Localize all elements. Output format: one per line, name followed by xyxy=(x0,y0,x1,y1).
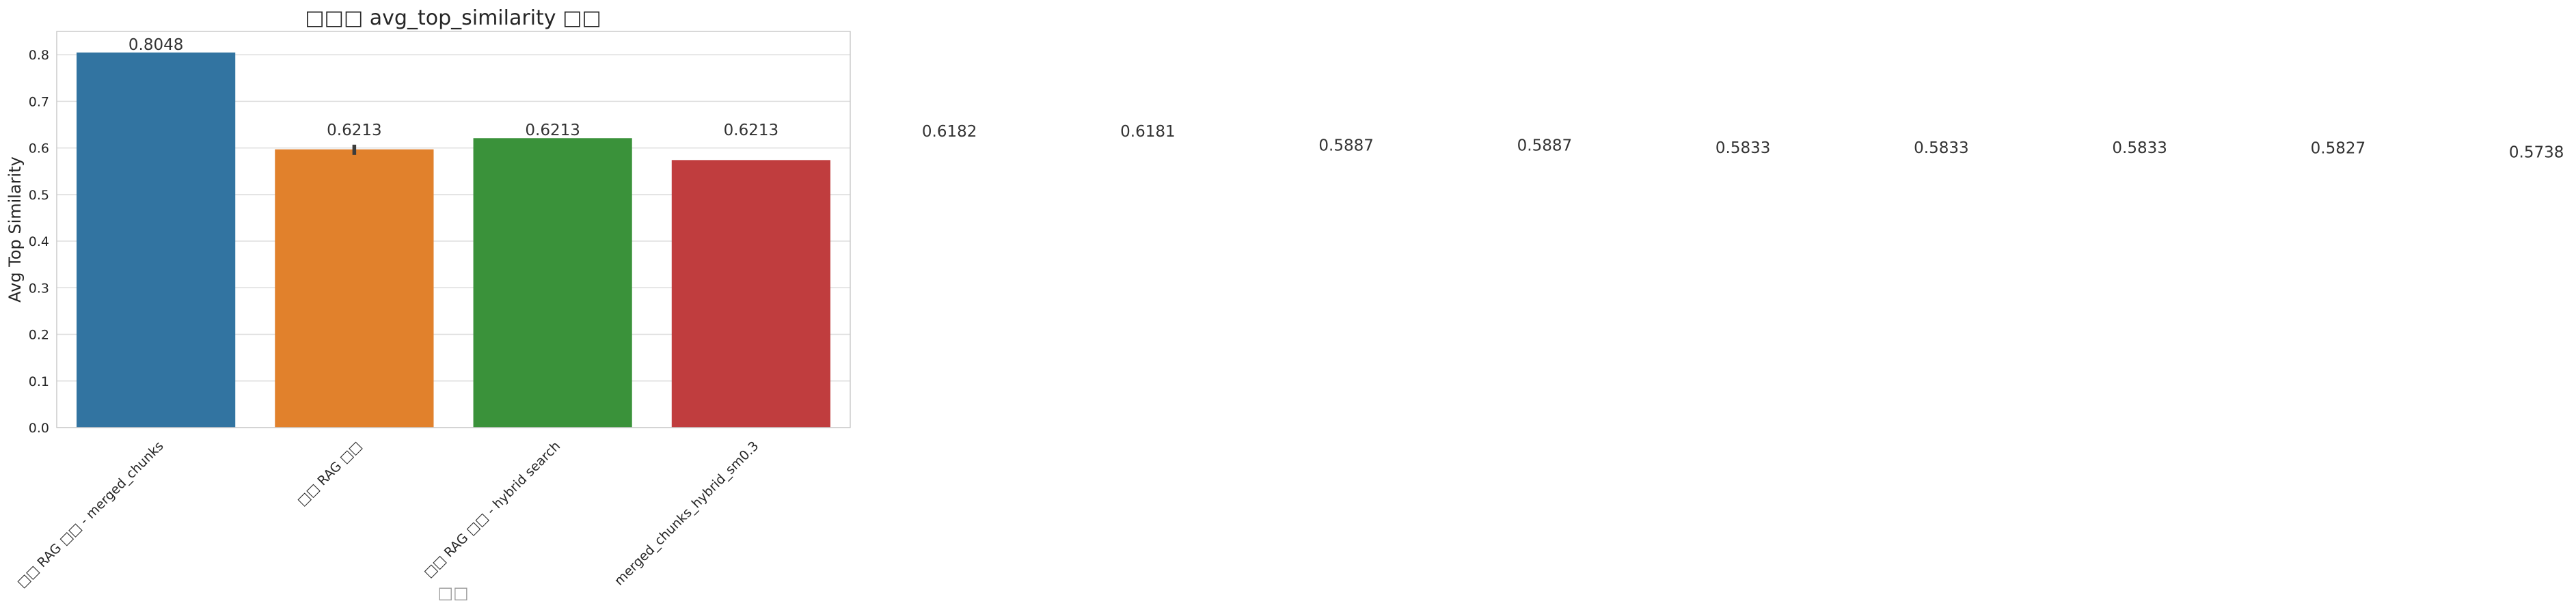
value-label: 0.5833 xyxy=(2112,139,2167,157)
bar xyxy=(275,149,434,428)
value-label: 0.6182 xyxy=(922,123,977,141)
value-label: 0.6213 xyxy=(525,122,580,139)
value-label: 0.6181 xyxy=(1120,123,1175,141)
value-label: 0.5738 xyxy=(2509,143,2564,161)
y-tick-label: 0.6 xyxy=(29,141,49,156)
value-label: 0.8048 xyxy=(128,36,183,54)
value-label: 0.5833 xyxy=(1716,139,1770,157)
bar-chart: 0.0 0.1 0.2 0.3 0.4 0.5 0.6 0.7 0.8 □□ RAG □□ - … xyxy=(5,6,2564,602)
value-label: 0.6213 xyxy=(724,122,778,139)
value-label: 0.5887 xyxy=(1517,137,1572,154)
bar xyxy=(77,52,236,428)
x-tick-labels: □□ RAG □□ - merged_chunks □□ RAG □□ □□ RAG… xyxy=(14,439,762,591)
y-tick-label: 0.1 xyxy=(29,374,49,389)
x-tick-label: □□ RAG □□ - hybrid search xyxy=(421,439,563,581)
y-tick-labels: 0.0 0.1 0.2 0.3 0.4 0.5 0.6 0.7 0.8 xyxy=(29,48,49,436)
y-tick-label: 0.4 xyxy=(29,234,49,249)
x-tick-label: merged_chunks_hybrid_sm0.3 xyxy=(612,439,762,589)
chart-title: □□□ avg_top_similarity □□ xyxy=(305,6,601,30)
bar xyxy=(671,160,830,428)
bar xyxy=(473,138,632,428)
y-tick-label: 0.8 xyxy=(29,48,49,63)
y-tick-label: 0.0 xyxy=(29,421,49,436)
y-tick-label: 0.7 xyxy=(29,94,49,109)
value-label: 0.5887 xyxy=(1318,137,1373,154)
y-tick-label: 0.3 xyxy=(29,281,49,296)
y-tick-label: 0.2 xyxy=(29,328,49,343)
x-axis-label: □□ xyxy=(437,583,468,602)
y-tick-label: 0.5 xyxy=(29,188,49,203)
value-label: 0.5827 xyxy=(2311,139,2365,157)
y-axis-label: Avg Top Similarity xyxy=(5,156,25,303)
value-label: 0.6213 xyxy=(327,122,381,139)
value-label: 0.5833 xyxy=(1914,139,1968,157)
x-tick-label: □□ RAG □□ xyxy=(295,439,365,509)
x-tick-label: □□ RAG □□ - merged_chunks xyxy=(14,439,167,591)
